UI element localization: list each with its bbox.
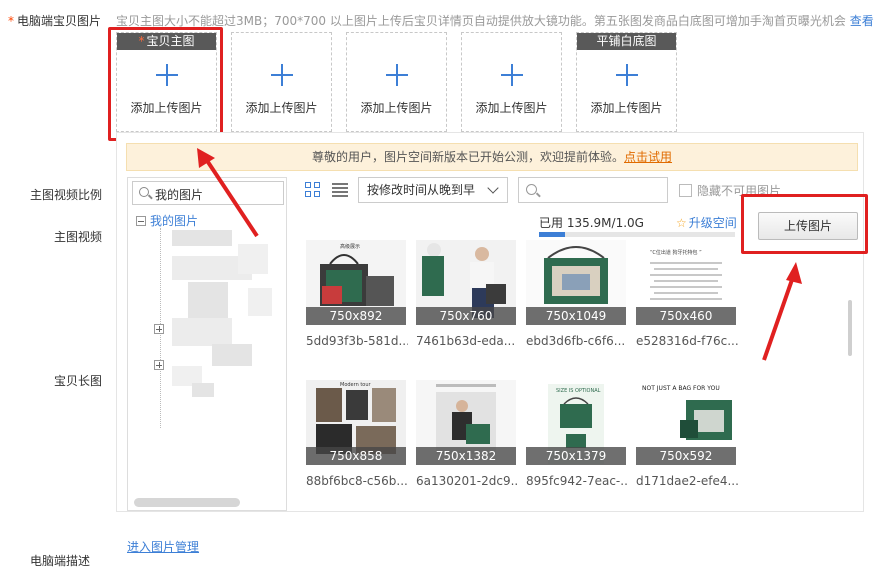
image-size-label: 750x858 (306, 447, 406, 465)
thumb-caption-text: SIZE IS OPTIONAL (556, 388, 601, 394)
image-thumb-5[interactable]: Modern tour 750x858 (306, 380, 406, 465)
image-name: 895fc942-7eac-... (526, 474, 628, 488)
tree-item[interactable] (188, 282, 228, 322)
thumb-caption-text: Modern tour (340, 382, 372, 388)
image-slot-2[interactable]: 添加上传图片 (231, 32, 332, 132)
grid-view-icon[interactable] (305, 182, 321, 198)
add-image-label: 添加上传图片 (590, 101, 663, 115)
main-video-label: 主图视频 (54, 230, 103, 244)
image-name: d171dae2-efe4... (636, 474, 738, 488)
tree-item[interactable] (212, 344, 252, 366)
field-label-pc-images: * 电脑端宝贝图片 (8, 14, 102, 28)
image-size-label: 750x592 (636, 447, 736, 465)
image-name: 5dd93f3b-581d... (306, 334, 408, 348)
tree-item[interactable] (172, 318, 232, 346)
image-size-label: 750x892 (306, 307, 406, 325)
image-thumb-6[interactable]: 750x1382 (416, 380, 516, 465)
tree-item[interactable] (192, 383, 214, 397)
expand-icon[interactable] (154, 358, 168, 372)
plus-icon (385, 64, 408, 86)
image-name: 88bf6bc8-c56b... (306, 474, 408, 488)
view-rules-link[interactable]: 查看规 (850, 14, 874, 28)
image-name: ebd3d6fb-c6f6... (526, 334, 626, 348)
image-name: 7461b63d-eda... (416, 334, 516, 348)
white-bg-tag: 平铺白底图 (577, 33, 676, 50)
storage-usage-fill (539, 232, 566, 237)
plus-icon (500, 64, 523, 86)
tree-horizontal-scrollbar[interactable] (134, 498, 240, 507)
search-icon (139, 187, 149, 197)
storage-usage-text: 已用 135.9M/1.0G (539, 216, 644, 230)
chevron-down-icon (487, 182, 499, 194)
star-icon: ☆ (676, 216, 687, 230)
image-size-label: 750x1379 (526, 447, 626, 465)
image-search-input[interactable] (518, 177, 668, 203)
tree-item (238, 244, 268, 274)
white-bg-image-slot[interactable]: 平铺白底图 添加上传图片 (576, 32, 677, 132)
image-name: 6a130201-2dc9... (416, 474, 518, 488)
image-slot-3[interactable]: 添加上传图片 (346, 32, 447, 132)
image-management-link[interactable]: 进入图片管理 (127, 538, 199, 555)
long-image-label: 宝贝长图 (54, 374, 103, 388)
upgrade-space-link[interactable]: ☆ 升级空间 (676, 214, 737, 231)
image-thumb-8[interactable]: NOT JUST A BAG FOR YOU 750x592 (636, 380, 736, 465)
pc-description-label: 电脑端描述 (30, 554, 91, 568)
tree-item (248, 288, 272, 316)
image-thumb-3[interactable]: 750x1049 (526, 240, 626, 325)
image-size-label: 750x460 (636, 307, 736, 325)
image-size-label: 750x1382 (416, 447, 516, 465)
highlight-main-slot (108, 27, 223, 141)
sort-select[interactable]: 按修改时间从晚到早 (358, 177, 508, 203)
thumb-caption-text: 高级展示 (340, 243, 360, 250)
image-list-scrollbar[interactable] (848, 300, 852, 356)
upload-hint: 宝贝主图大小不能超过3MB；700*700 以上图片上传后宝贝详情页自动提供放大… (116, 12, 874, 29)
video-ratio-label: 主图视频比例 (30, 188, 103, 202)
image-thumb-1[interactable]: 高级展示 750x892 (306, 240, 406, 325)
plus-icon (270, 64, 293, 86)
image-slot-4[interactable]: 添加上传图片 (461, 32, 562, 132)
add-image-label: 添加上传图片 (475, 101, 548, 115)
collapse-icon[interactable] (136, 216, 146, 226)
arrow-annotation-left (197, 148, 259, 238)
plus-icon (615, 64, 638, 86)
list-view-icon[interactable] (332, 182, 348, 198)
thumb-caption-text: NOT JUST A BAG FOR YOU (642, 385, 720, 392)
tree-root-my-images[interactable]: 我的图片 (136, 212, 198, 229)
image-size-label: 750x1049 (526, 307, 626, 325)
image-name: e528316d-f76c... (636, 334, 738, 348)
image-size-label: 750x760 (416, 307, 516, 325)
try-it-link[interactable]: 点击试用 (624, 150, 672, 164)
highlight-upload-button (741, 194, 868, 254)
image-thumb-7[interactable]: SIZE IS OPTIONAL 750x1379 (526, 380, 626, 465)
expand-icon[interactable] (154, 322, 168, 336)
arrow-annotation-right (762, 262, 802, 361)
storage-usage-bar (539, 232, 735, 237)
add-image-label: 添加上传图片 (245, 101, 318, 115)
image-thumb-4[interactable]: “C位出道 狗牙托特包 ” 750x460 (636, 240, 736, 325)
image-thumb-2[interactable]: 750x760 (416, 240, 516, 325)
search-icon (526, 184, 537, 195)
checkbox[interactable] (679, 184, 692, 197)
add-image-label: 添加上传图片 (360, 101, 433, 115)
thumb-caption-text: “C位出道 狗牙托特包 ” (650, 249, 702, 256)
